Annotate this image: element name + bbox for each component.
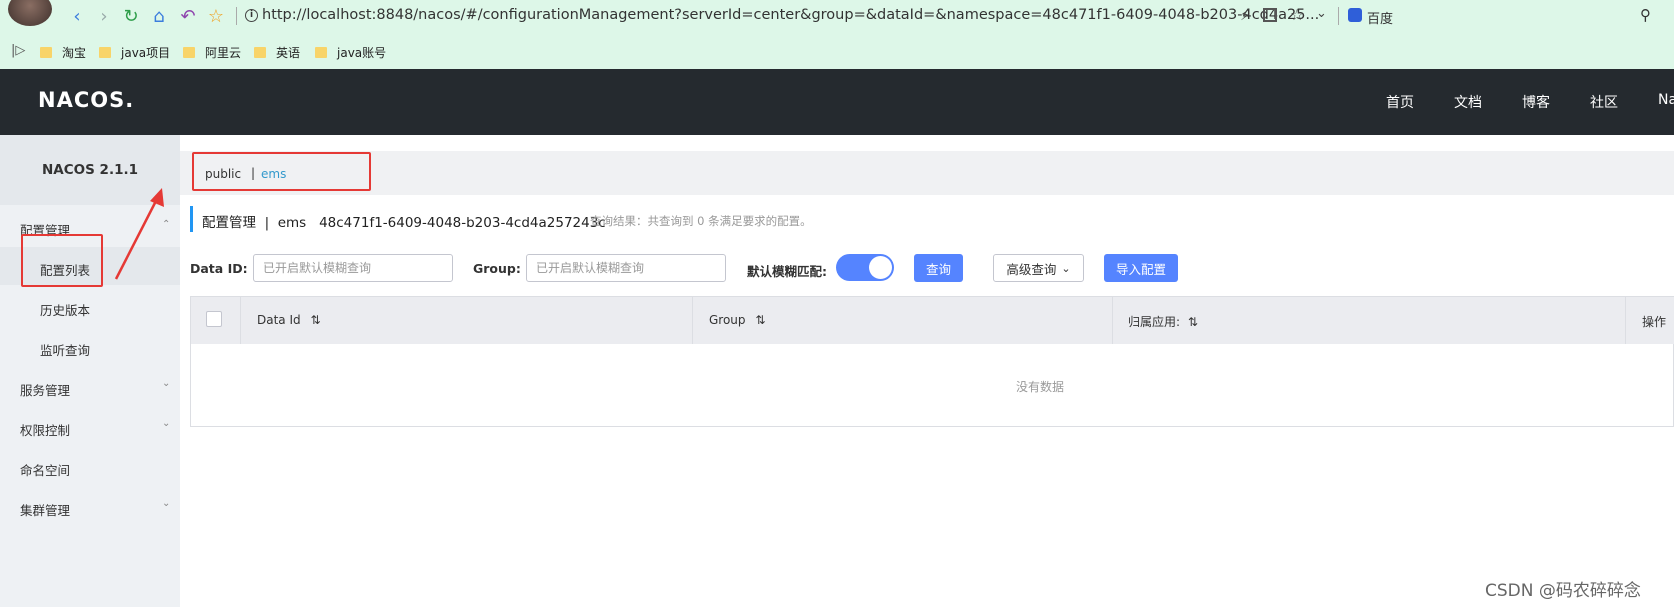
nav-blog[interactable]: 博客 bbox=[1522, 92, 1550, 112]
column-divider bbox=[1625, 297, 1626, 344]
folder-icon bbox=[99, 46, 111, 58]
toggle-knob bbox=[869, 256, 892, 279]
nav-more[interactable]: Na bbox=[1658, 92, 1674, 108]
sort-icon[interactable]: ⇅ bbox=[755, 313, 765, 327]
advanced-search-button[interactable]: 高级查询 ⌄ bbox=[993, 254, 1084, 282]
nav-home[interactable]: 首页 bbox=[1386, 92, 1414, 112]
folder-icon bbox=[315, 46, 327, 58]
sidebar-group-service[interactable]: 服务管理 bbox=[20, 380, 70, 399]
reload-icon[interactable]: ↻ bbox=[120, 5, 142, 27]
table-header bbox=[191, 297, 1674, 344]
qr-icon[interactable] bbox=[1263, 8, 1277, 22]
sidebar-toggle-icon[interactable]: |▷ bbox=[11, 43, 25, 58]
bookmark-item[interactable]: java项目 bbox=[99, 43, 170, 61]
address-bar[interactable]: http://localhost:8848/nacos/#/configurat… bbox=[262, 7, 1319, 23]
chevron-down-icon: ⌄ bbox=[162, 498, 171, 509]
column-group[interactable]: Group ⇅ bbox=[709, 313, 765, 327]
sidebar-group-auth[interactable]: 权限控制 bbox=[20, 420, 70, 439]
search-icon[interactable]: ⚲ bbox=[1640, 6, 1651, 24]
data-id-input[interactable] bbox=[253, 254, 453, 282]
column-data-id[interactable]: Data Id ⇅ bbox=[257, 313, 321, 327]
lightning-icon[interactable]: ⚡ bbox=[1240, 6, 1251, 24]
divider bbox=[236, 7, 237, 25]
forward-icon[interactable]: › bbox=[93, 5, 115, 27]
bookmark-item[interactable]: java账号 bbox=[315, 43, 386, 61]
select-all-checkbox[interactable] bbox=[206, 311, 222, 327]
column-app[interactable]: 归属应用: ⇅ bbox=[1128, 313, 1198, 330]
annotation-box-config-list bbox=[21, 234, 103, 287]
title-accent bbox=[190, 206, 193, 232]
dropdown-icon[interactable]: ⌄ bbox=[1316, 6, 1327, 21]
baidu-icon bbox=[1348, 8, 1362, 22]
column-divider bbox=[1112, 297, 1113, 344]
nacos-logo[interactable]: NACOS. bbox=[38, 88, 134, 112]
chevron-down-icon: ⌄ bbox=[162, 418, 171, 429]
annotation-box-namespace bbox=[192, 152, 371, 191]
sidebar-item-history[interactable]: 历史版本 bbox=[40, 300, 90, 319]
star-icon[interactable]: ☆ bbox=[205, 5, 227, 27]
page-title: 配置管理 | ems 48c471f1-6409-4048-b203-4cd4a… bbox=[202, 215, 606, 231]
nav-community[interactable]: 社区 bbox=[1590, 92, 1618, 112]
search-button[interactable]: 查询 bbox=[914, 254, 963, 282]
info-icon[interactable]: i bbox=[245, 9, 258, 22]
group-input[interactable] bbox=[526, 254, 726, 282]
chevron-down-icon: ⌄ bbox=[1061, 261, 1071, 275]
data-id-label: Data ID: bbox=[190, 261, 248, 276]
sidebar-item-listener[interactable]: 监听查询 bbox=[40, 340, 90, 359]
query-result-text: 查询结果：共查询到 0 条满足要求的配置。 bbox=[590, 214, 812, 228]
divider bbox=[1338, 7, 1339, 25]
sort-icon[interactable]: ⇅ bbox=[1188, 315, 1198, 329]
column-divider bbox=[692, 297, 693, 344]
bookmark-item[interactable]: 英语 bbox=[254, 43, 300, 61]
home-icon[interactable]: ⌂ bbox=[148, 5, 170, 27]
bookmark-star-icon[interactable]: ☆ bbox=[1290, 5, 1304, 24]
search-engine-label[interactable]: 百度 bbox=[1367, 8, 1393, 27]
sort-icon[interactable]: ⇅ bbox=[310, 313, 320, 327]
bookmark-item[interactable]: 阿里云 bbox=[183, 43, 241, 61]
chevron-down-icon: ⌄ bbox=[162, 378, 171, 389]
annotation-arrow bbox=[114, 188, 164, 280]
top-navigation bbox=[0, 69, 1674, 135]
sidebar-group-namespace[interactable]: 命名空间 bbox=[20, 460, 70, 479]
column-actions: 操作 bbox=[1642, 315, 1667, 329]
folder-icon bbox=[40, 46, 52, 58]
undo-icon[interactable]: ↶ bbox=[177, 5, 199, 27]
group-label: Group: bbox=[473, 261, 521, 276]
back-icon[interactable]: ‹ bbox=[66, 5, 88, 27]
column-divider bbox=[240, 297, 241, 344]
empty-text: 没有数据 bbox=[1016, 380, 1065, 394]
bookmark-item[interactable]: 淘宝 bbox=[40, 43, 86, 61]
fuzzy-match-label: 默认模糊匹配: bbox=[747, 264, 827, 279]
folder-icon bbox=[254, 46, 266, 58]
advanced-search-label: 高级查询 bbox=[1006, 261, 1057, 277]
bookmarks-bar bbox=[0, 33, 1674, 69]
nav-docs[interactable]: 文档 bbox=[1454, 92, 1482, 112]
namespace-bar bbox=[180, 151, 1674, 195]
watermark: CSDN @码农碎碎念 bbox=[1485, 581, 1641, 601]
import-config-button[interactable]: 导入配置 bbox=[1104, 254, 1178, 282]
folder-icon bbox=[183, 46, 195, 58]
sidebar-group-cluster[interactable]: 集群管理 bbox=[20, 500, 70, 519]
